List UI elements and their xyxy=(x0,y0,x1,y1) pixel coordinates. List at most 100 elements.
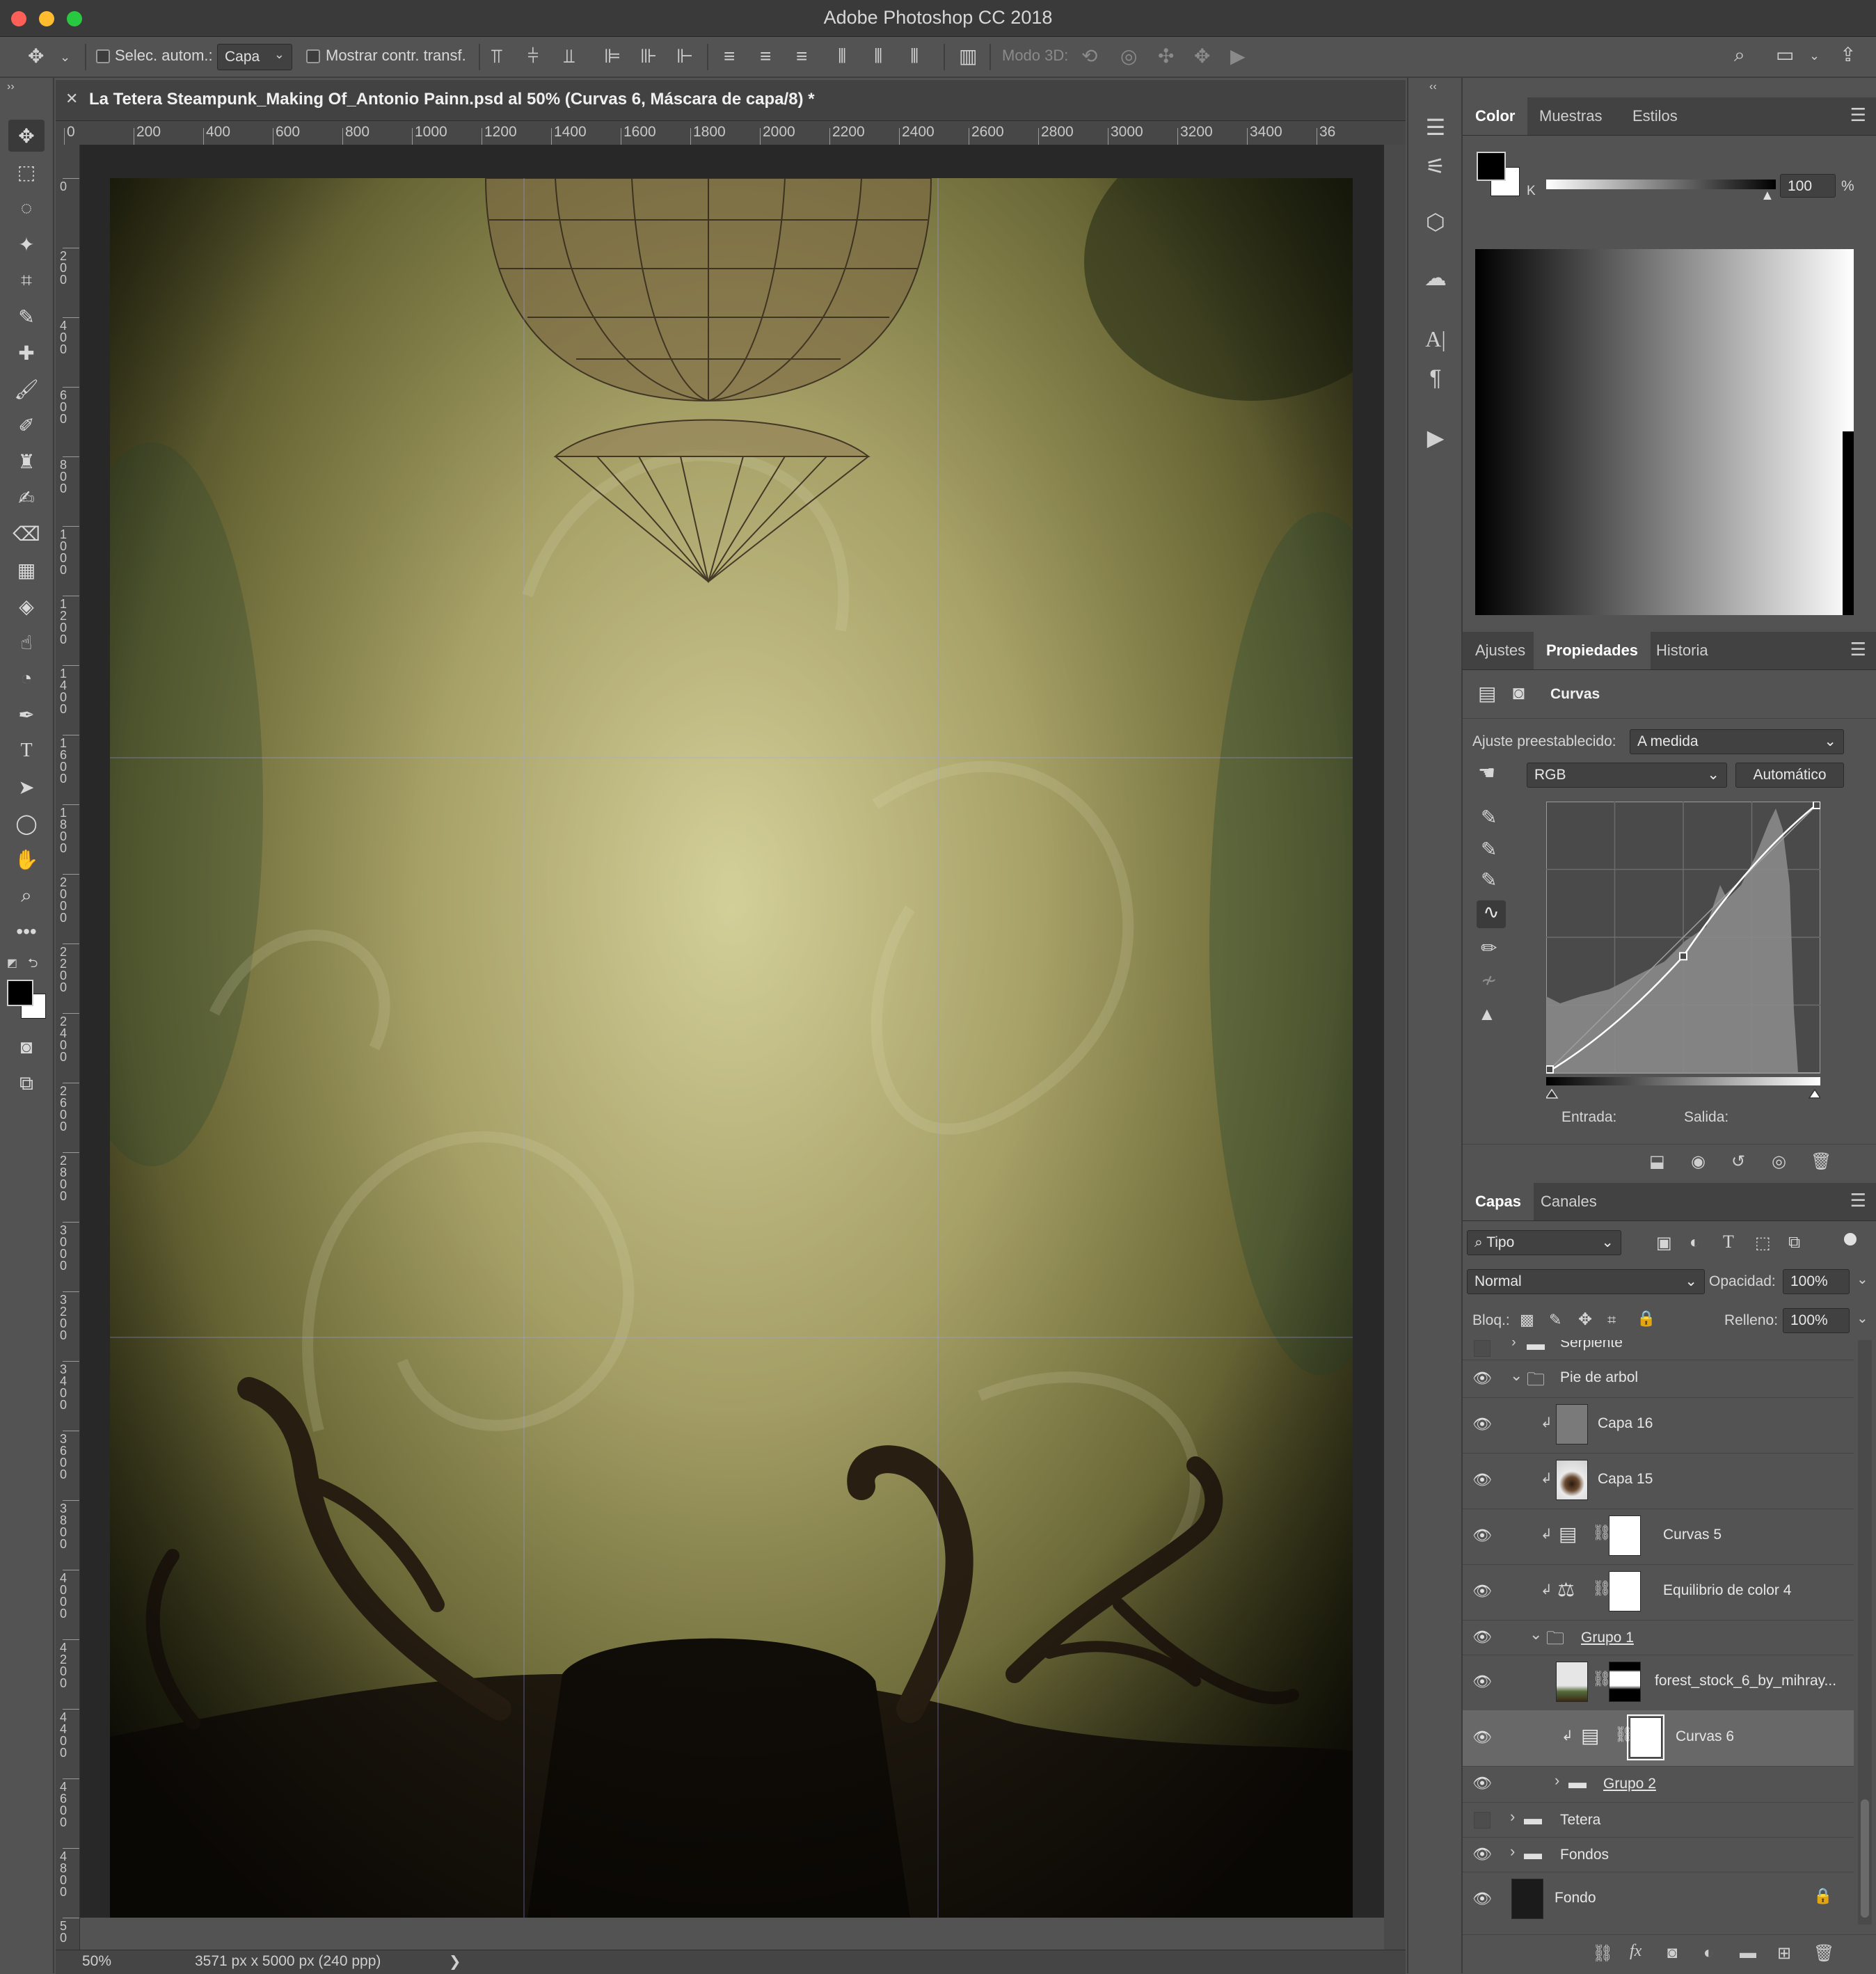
black-point-eyedropper-icon[interactable]: ✎ xyxy=(1481,806,1497,829)
panel-menu-icon[interactable]: ☰ xyxy=(1850,1190,1866,1211)
smudge-tool-icon[interactable]: ☝ xyxy=(8,626,45,658)
view-previous-state-icon[interactable]: ◉ xyxy=(1691,1152,1706,1172)
panel-menu-icon[interactable]: ☰ xyxy=(1850,104,1866,126)
brush-presets-icon[interactable]: ☰ xyxy=(1420,111,1452,143)
curves-graph[interactable] xyxy=(1546,802,1820,1099)
character-panel-icon[interactable]: A| xyxy=(1420,323,1452,355)
expand-arrow-icon[interactable]: › xyxy=(1511,1340,1516,1351)
curves-adjustment-icon[interactable]: ▤ xyxy=(1581,1724,1599,1747)
expand-arrow-icon[interactable]: › xyxy=(1510,1842,1515,1861)
layer-row-curvas-6[interactable]: 👁 ↲ ▤ ⛓ Curvas 6 xyxy=(1463,1710,1854,1767)
auto-select-dropdown[interactable]: Capa ⌄ xyxy=(217,44,292,70)
layer-mask-thumbnail[interactable] xyxy=(1627,1714,1664,1760)
brush-settings-icon[interactable]: ⚟ xyxy=(1420,150,1452,182)
eyedropper-tool-icon[interactable]: ✎ xyxy=(8,301,45,333)
layers-scrollbar[interactable] xyxy=(1858,1340,1872,1925)
align-bottom-icon[interactable]: ⫫ xyxy=(564,47,575,66)
layer-row-equilibrio-de-color-4[interactable]: 👁 ↲ ⚖ ⛓ Equilibrio de color 4 xyxy=(1463,1564,1854,1621)
tab-swatches[interactable]: Muestras xyxy=(1527,97,1614,135)
new-adjustment-layer-icon[interactable]: ◐ xyxy=(1703,1943,1714,1963)
hand-tool-icon[interactable]: ✋ xyxy=(8,843,45,875)
gradient-tool-icon[interactable]: ▦ xyxy=(8,554,45,586)
eraser-tool-icon[interactable]: ⌫ xyxy=(8,518,45,550)
chevron-down-icon[interactable]: ⌄ xyxy=(60,51,70,63)
lock-position-icon[interactable]: ✥ xyxy=(1578,1310,1592,1330)
eye-icon[interactable]: 👁 xyxy=(1472,1845,1492,1863)
channel-dropdown[interactable]: RGB ⌄ xyxy=(1527,763,1727,788)
black-input-slider[interactable] xyxy=(1546,1088,1559,1099)
k-slider-track[interactable] xyxy=(1546,180,1776,189)
add-mask-icon[interactable]: ◙ xyxy=(1667,1943,1678,1963)
chevron-down-icon[interactable]: ⌄ xyxy=(1857,1271,1868,1288)
foreground-color-swatch[interactable] xyxy=(7,980,33,1006)
chevron-down-icon[interactable]: ⌄ xyxy=(1809,49,1820,62)
zoom-level[interactable]: 50% xyxy=(82,1953,111,1970)
preset-dropdown[interactable]: A medida ⌄ xyxy=(1630,729,1844,754)
align-hcenter-icon[interactable]: ⊪ xyxy=(640,47,657,66)
clone-stamp-tool-icon[interactable]: ♜ xyxy=(8,445,45,477)
distribute-vcenter-icon[interactable]: ≡ xyxy=(760,47,771,66)
eye-icon[interactable]: 👁 xyxy=(1472,1628,1492,1646)
delete-adjustment-icon[interactable]: 🗑 xyxy=(1811,1152,1831,1172)
link-layers-icon[interactable]: ⛓ xyxy=(1592,1943,1613,1964)
auto-button[interactable]: Automático xyxy=(1735,763,1844,788)
tab-properties[interactable]: Propiedades xyxy=(1534,632,1651,669)
layer-thumbnail[interactable] xyxy=(1556,1662,1588,1702)
move-tool-preset-icon[interactable]: ✥ xyxy=(28,47,44,66)
new-layer-icon[interactable]: ⊞ xyxy=(1777,1943,1791,1964)
auto-align-icon[interactable]: ▥ xyxy=(959,47,977,66)
pen-tool-icon[interactable]: ✒ xyxy=(8,699,45,731)
history-brush-tool-icon[interactable]: ✍ xyxy=(8,481,45,514)
default-colors-icon[interactable]: ◩ xyxy=(7,956,17,970)
layer-row-pie-de-arbol[interactable]: 👁 ⌄ 🗀 Pie de arbol xyxy=(1463,1360,1854,1398)
paragraph-panel-icon[interactable]: ¶ xyxy=(1420,362,1452,394)
ellipse-tool-icon[interactable]: ◯ xyxy=(8,807,45,839)
layer-mask-thumbnail[interactable] xyxy=(1609,1571,1641,1611)
blend-mode-dropdown[interactable]: Normal ⌄ xyxy=(1467,1269,1705,1294)
actions-panel-icon[interactable]: ▶ xyxy=(1420,422,1452,454)
layer-row-fondo[interactable]: 👁 Fondo 🔒 xyxy=(1463,1872,1854,1925)
clipping-warning-icon[interactable]: ▲ xyxy=(1478,1003,1496,1025)
layer-row-serpiente[interactable]: › ▬ Serpiente xyxy=(1463,1340,1854,1360)
panel-menu-icon[interactable]: ☰ xyxy=(1850,639,1866,660)
mixer-brush-tool-icon[interactable]: ✐ xyxy=(8,409,45,441)
filter-pixel-icon[interactable]: ▣ xyxy=(1656,1233,1672,1253)
document-tab[interactable]: ✕ La Tetera Steampunk_Making Of_Antonio … xyxy=(56,80,1406,121)
curve-control-point[interactable] xyxy=(1546,1065,1554,1074)
distribute-top-icon[interactable]: ≡ xyxy=(724,47,735,66)
canvas-vertical-scrollbar[interactable] xyxy=(1384,145,1406,1950)
layer-row-tetera[interactable]: › ▬ Tetera xyxy=(1463,1802,1854,1838)
collapse-arrow-icon[interactable]: ⌄ xyxy=(1510,1367,1523,1385)
distribute-hcenter-icon[interactable]: ⦀ xyxy=(874,47,882,66)
white-point-eyedropper-icon[interactable]: ✎ xyxy=(1481,868,1497,891)
lock-transparency-icon[interactable]: ▩ xyxy=(1520,1311,1534,1329)
status-menu-arrow-icon[interactable]: ❯ xyxy=(449,1953,461,1971)
expand-arrow-icon[interactable]: › xyxy=(1555,1772,1559,1790)
layer-row-grupo-2[interactable]: 👁 › ▬ Grupo 2 xyxy=(1463,1766,1854,1803)
distribute-bottom-icon[interactable]: ≡ xyxy=(796,47,807,66)
screen-mode-icon[interactable]: ⧉ xyxy=(8,1067,45,1099)
eye-icon[interactable]: 👁 xyxy=(1472,1527,1492,1545)
curves-adjustment-icon[interactable]: ▤ xyxy=(1559,1522,1577,1545)
k-value-field[interactable]: 100 xyxy=(1780,174,1836,198)
visibility-toggle-off[interactable] xyxy=(1474,1812,1491,1829)
type-tool-icon[interactable]: T xyxy=(8,735,45,767)
eye-icon[interactable]: 👁 xyxy=(1472,1890,1492,1908)
dodge-tool-icon[interactable]: ◔ xyxy=(8,662,45,694)
healing-brush-tool-icon[interactable]: ✚ xyxy=(8,337,45,369)
layer-filter-dropdown[interactable]: ⌕ Tipo ⌄ xyxy=(1467,1230,1621,1255)
layer-row-capa-16[interactable]: 👁 ↲ Capa 16 xyxy=(1463,1397,1854,1454)
collapse-dock-icon[interactable]: ‹‹ xyxy=(1429,81,1437,93)
eye-icon[interactable]: 👁 xyxy=(1472,1728,1492,1746)
eye-icon[interactable]: 👁 xyxy=(1472,1774,1492,1792)
collapse-arrow-icon[interactable]: ⌄ xyxy=(1529,1625,1542,1643)
document-info[interactable]: 3571 px x 5000 px (240 ppp) xyxy=(195,1953,381,1970)
tab-color[interactable]: Color xyxy=(1463,97,1528,135)
3d-panel-icon[interactable]: ⬡ xyxy=(1420,206,1452,238)
zoom-tool-icon[interactable]: ⌕ xyxy=(8,879,45,912)
layers-scrollbar-thumb[interactable] xyxy=(1861,1799,1869,1918)
align-vcenter-icon[interactable]: ⫩ xyxy=(527,47,539,66)
pan-3d-icon[interactable]: ✣ xyxy=(1158,47,1174,66)
auto-select-checkbox[interactable] xyxy=(96,49,110,63)
marquee-tool-icon[interactable]: ⬚ xyxy=(8,156,45,188)
